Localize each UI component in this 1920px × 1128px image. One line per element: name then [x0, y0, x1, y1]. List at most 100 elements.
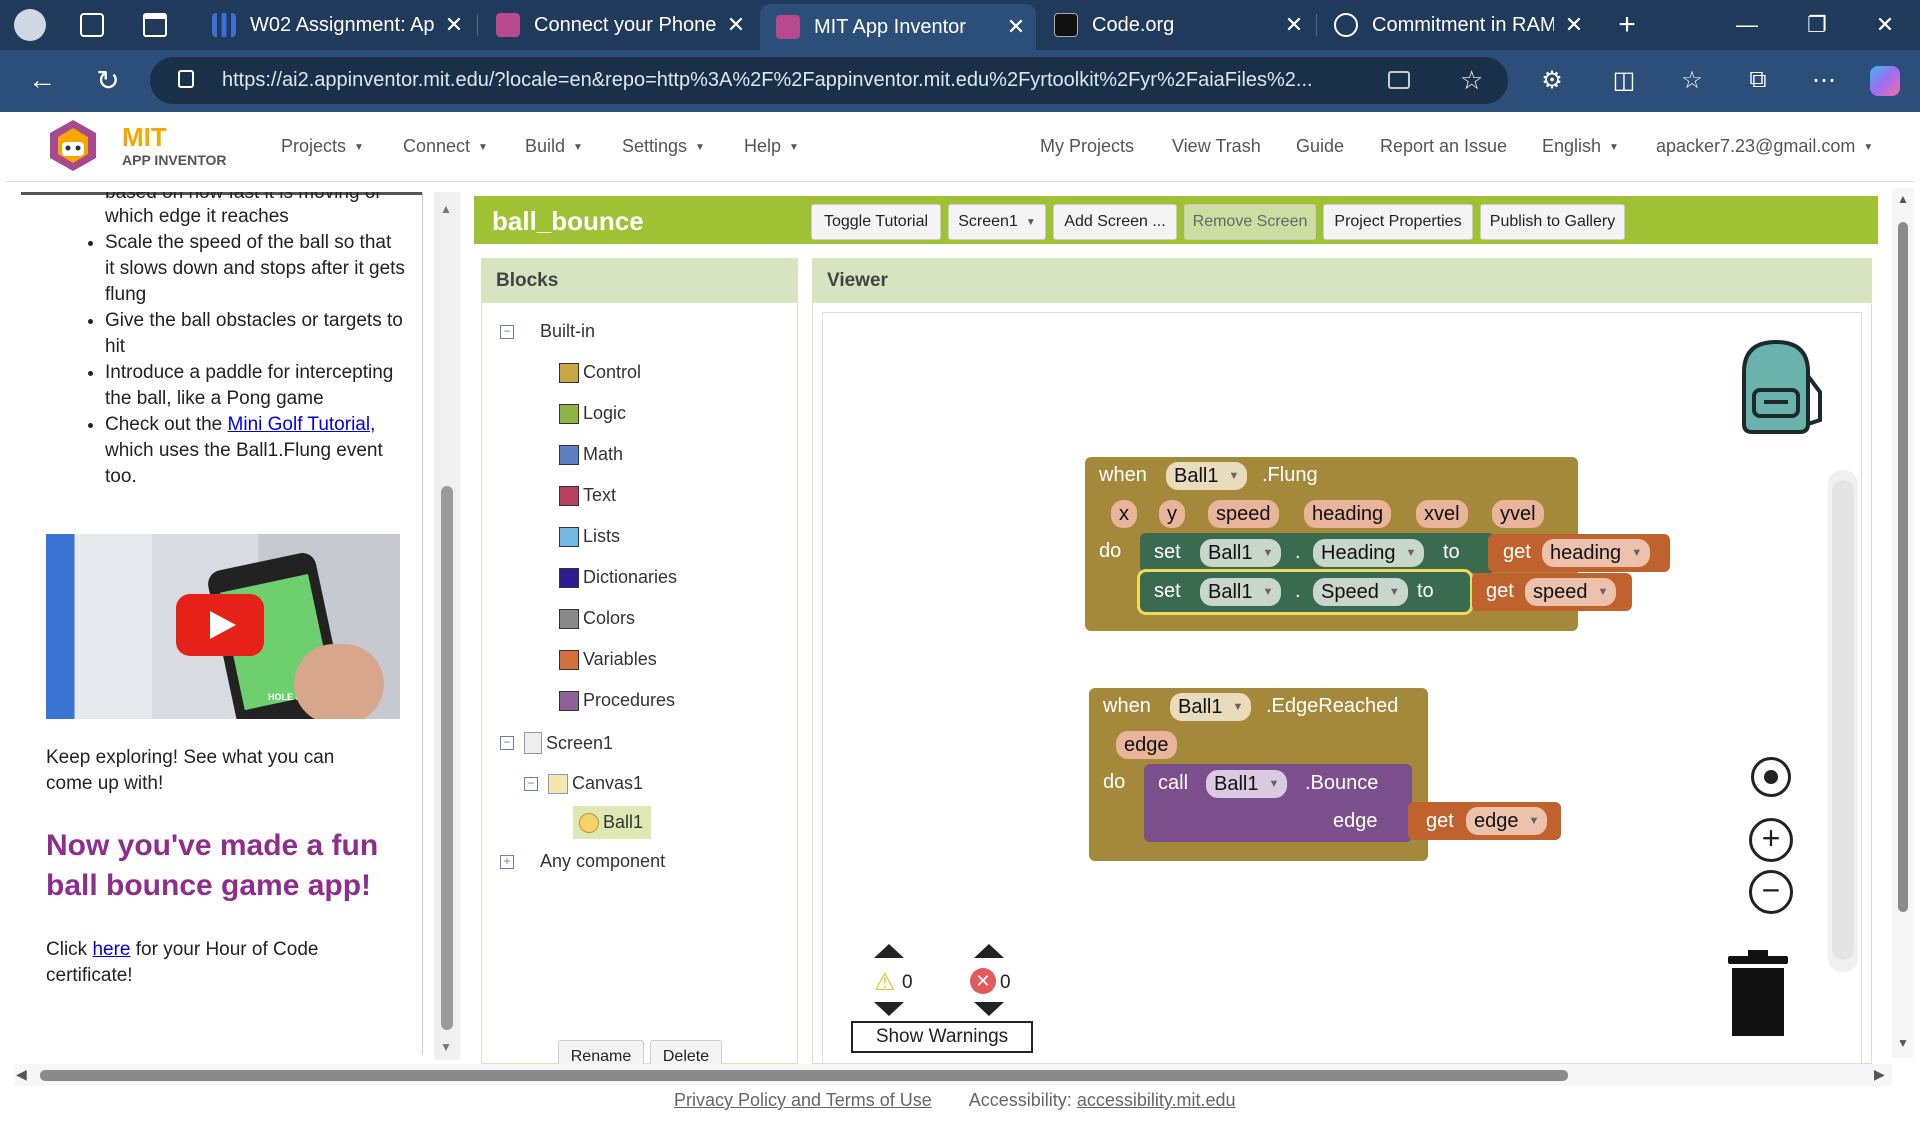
- more-icon[interactable]: ⋯: [1802, 58, 1846, 102]
- zoom-in-icon[interactable]: +: [1749, 818, 1793, 862]
- video-thumbnail[interactable]: HOLE #1: [46, 534, 400, 719]
- error-up-arrow-icon[interactable]: [974, 944, 1004, 958]
- category-dictionaries[interactable]: Dictionaries: [559, 567, 677, 588]
- scroll-thumb[interactable]: [1898, 222, 1908, 912]
- privacy-link[interactable]: Privacy Policy and Terms of Use: [674, 1090, 932, 1110]
- page-vertical-scrollbar[interactable]: ▲ ▼: [1892, 188, 1914, 1058]
- mini-golf-link[interactable]: Mini Golf Tutorial,: [228, 414, 376, 435]
- maximize-button[interactable]: ❐: [1782, 0, 1852, 50]
- accessibility-link[interactable]: accessibility.mit.edu: [1077, 1090, 1236, 1110]
- param-edge[interactable]: edge: [1116, 731, 1177, 759]
- split-screen-icon[interactable]: ◫: [1602, 58, 1646, 102]
- publish-gallery-button[interactable]: Publish to Gallery: [1480, 204, 1625, 240]
- category-logic[interactable]: Logic: [559, 403, 626, 424]
- lock-icon[interactable]: [178, 70, 194, 88]
- reload-button[interactable]: ↻: [86, 58, 130, 102]
- browser-tab-4[interactable]: Code.org ✕: [1038, 0, 1314, 50]
- close-icon[interactable]: ✕: [1554, 12, 1594, 38]
- menu-build[interactable]: Build ▼: [525, 136, 583, 157]
- scroll-thumb[interactable]: [441, 486, 453, 1030]
- favorites-icon[interactable]: ☆: [1670, 58, 1714, 102]
- warning-down-arrow-icon[interactable]: [874, 1002, 904, 1016]
- tree-any-component[interactable]: + Any component: [500, 851, 665, 872]
- trash-can-icon[interactable]: [1728, 950, 1788, 1038]
- call-component-dropdown[interactable]: Ball1 ▼: [1206, 770, 1288, 798]
- link-guide[interactable]: Guide: [1296, 136, 1344, 157]
- menu-settings[interactable]: Settings ▼: [622, 136, 705, 157]
- set-speed-component-dropdown[interactable]: Ball1 ▼: [1200, 578, 1282, 606]
- error-down-arrow-icon[interactable]: [974, 1002, 1004, 1016]
- set-heading-property-dropdown[interactable]: Heading ▼: [1313, 539, 1425, 567]
- close-icon[interactable]: ✕: [996, 14, 1036, 40]
- category-control[interactable]: Control: [559, 362, 641, 383]
- category-text[interactable]: Text: [559, 485, 616, 506]
- collapse-icon[interactable]: −: [500, 324, 514, 339]
- scroll-thumb[interactable]: [40, 1070, 1568, 1081]
- favorite-star-icon[interactable]: ☆: [1460, 65, 1483, 96]
- set-speed-property-dropdown[interactable]: Speed ▼: [1313, 578, 1408, 606]
- youtube-play-icon[interactable]: [176, 594, 264, 656]
- collapse-icon[interactable]: −: [500, 736, 514, 750]
- backpack-icon[interactable]: [1724, 332, 1828, 436]
- collapse-icon[interactable]: −: [524, 776, 538, 791]
- tab-actions-icon[interactable]: [143, 13, 167, 37]
- scroll-thumb[interactable]: [1832, 480, 1854, 960]
- set-heading-component-dropdown[interactable]: Ball1 ▼: [1200, 539, 1282, 567]
- menu-projects[interactable]: Projects ▼: [281, 136, 364, 157]
- param-heading[interactable]: heading: [1304, 500, 1392, 528]
- browser-tab-5[interactable]: Commitment in RAM M ✕: [1318, 0, 1594, 50]
- tutorial-scrollbar[interactable]: ▲ ▼: [434, 192, 460, 1060]
- tree-canvas1[interactable]: − Canvas1: [524, 773, 643, 794]
- param-y[interactable]: y: [1159, 500, 1185, 528]
- category-math[interactable]: Math: [559, 444, 623, 465]
- close-icon[interactable]: ✕: [434, 12, 474, 38]
- workspaces-icon[interactable]: [80, 13, 104, 37]
- minimize-button[interactable]: —: [1712, 0, 1782, 50]
- param-yvel[interactable]: yvel: [1492, 500, 1544, 528]
- url-bar[interactable]: https://ai2.appinventor.mit.edu/?locale=…: [150, 57, 1508, 104]
- get-speed-variable-dropdown[interactable]: speed ▼: [1525, 578, 1617, 606]
- camera-blocked-icon[interactable]: [1388, 71, 1410, 89]
- profile-icon[interactable]: [14, 9, 46, 41]
- page-horizontal-scrollbar[interactable]: ◀ ▶: [14, 1064, 1892, 1086]
- link-my-projects[interactable]: My Projects: [1040, 136, 1134, 157]
- category-colors[interactable]: Colors: [559, 608, 635, 629]
- language-menu[interactable]: English ▼: [1542, 136, 1619, 157]
- tree-builtin[interactable]: − Built-in: [500, 321, 595, 342]
- back-button[interactable]: ←: [20, 58, 64, 102]
- category-variables[interactable]: Variables: [559, 649, 657, 670]
- get-edge-variable-dropdown[interactable]: edge ▼: [1466, 807, 1548, 835]
- certificate-link[interactable]: here: [92, 939, 130, 960]
- browser-tab-3-active[interactable]: MIT App Inventor ✕: [760, 4, 1036, 50]
- copilot-icon[interactable]: [1870, 66, 1900, 96]
- show-warnings-button[interactable]: Show Warnings: [851, 1021, 1033, 1053]
- tree-ball1[interactable]: Ball1: [573, 806, 652, 839]
- project-properties-button[interactable]: Project Properties: [1323, 204, 1473, 240]
- category-lists[interactable]: Lists: [559, 526, 620, 547]
- browser-tab-1[interactable]: W02 Assignment: App D ✕: [196, 0, 474, 50]
- recenter-icon[interactable]: [1751, 757, 1791, 797]
- zoom-out-icon[interactable]: −: [1749, 870, 1793, 914]
- edge-component-dropdown[interactable]: Ball1 ▼: [1170, 693, 1252, 721]
- param-x[interactable]: x: [1111, 500, 1137, 528]
- param-xvel[interactable]: xvel: [1416, 500, 1468, 528]
- expand-icon[interactable]: +: [500, 854, 514, 869]
- add-screen-button[interactable]: Add Screen ...: [1053, 204, 1177, 240]
- toggle-tutorial-button[interactable]: Toggle Tutorial: [811, 204, 941, 240]
- link-report-issue[interactable]: Report an Issue: [1380, 136, 1507, 157]
- category-procedures[interactable]: Procedures: [559, 690, 675, 711]
- get-heading-variable-dropdown[interactable]: heading ▼: [1542, 539, 1651, 567]
- tree-screen1[interactable]: − Screen1: [500, 732, 613, 754]
- collections-icon[interactable]: ⧉: [1736, 58, 1780, 102]
- new-tab-button[interactable]: +: [1592, 0, 1662, 50]
- menu-help[interactable]: Help ▼: [744, 136, 799, 157]
- close-icon[interactable]: ✕: [1274, 12, 1314, 38]
- close-icon[interactable]: ✕: [716, 12, 756, 38]
- remove-screen-button[interactable]: Remove Screen: [1184, 204, 1316, 240]
- workspace-scrollbar[interactable]: [1828, 470, 1858, 972]
- warning-up-arrow-icon[interactable]: [874, 944, 904, 958]
- flung-component-dropdown[interactable]: Ball1 ▼: [1166, 462, 1248, 490]
- window-close-button[interactable]: ✕: [1850, 0, 1920, 50]
- param-speed[interactable]: speed: [1208, 500, 1279, 528]
- menu-connect[interactable]: Connect ▼: [403, 136, 488, 157]
